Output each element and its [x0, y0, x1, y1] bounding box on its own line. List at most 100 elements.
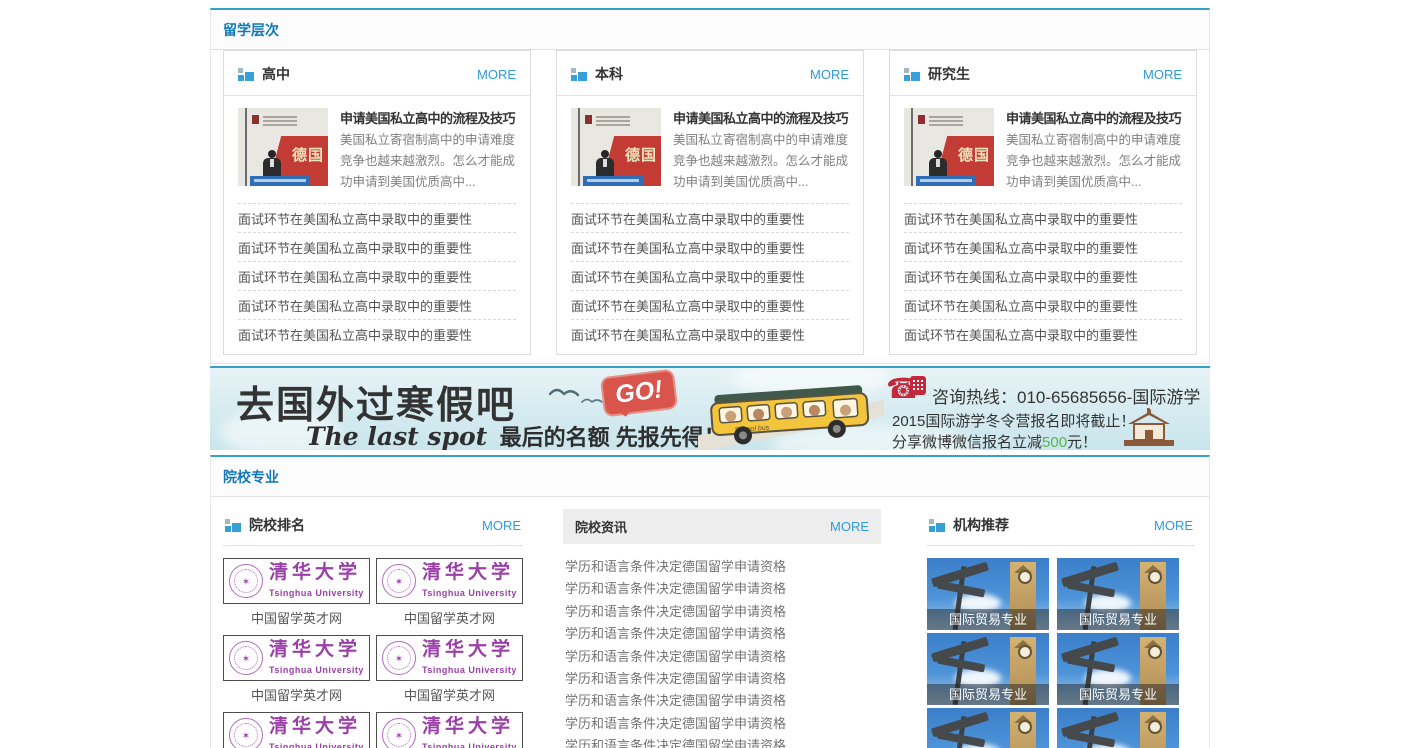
agency-photo-item[interactable]: 国际贸易专业: [1057, 633, 1179, 705]
thumb-banner-text: 德国: [958, 144, 990, 165]
article-link[interactable]: 面试环节在美国私立高中录取中的重要性: [904, 261, 1182, 290]
logo-english-name: Tsinghua University: [422, 588, 517, 598]
university-seal-icon: [229, 718, 263, 748]
article-link[interactable]: 面试环节在美国私立高中录取中的重要性: [904, 232, 1182, 261]
article-link[interactable]: 面试环节在美国私立高中录取中的重要性: [904, 319, 1182, 348]
logo-calligraphy: 清华大学: [422, 562, 514, 583]
featured-description: 美国私立寄宿制高中的申请难度竞争也越来越激烈。怎么才能成功申请到美国优质高中..…: [340, 130, 516, 193]
university-logo-item[interactable]: 清华大学 Tsinghua University 中国留学英才网: [376, 712, 523, 748]
logo-english-name: Tsinghua University: [269, 588, 364, 598]
logo-calligraphy: 清华大学: [422, 716, 514, 737]
featured-thumbnail[interactable]: 德国: [571, 108, 661, 186]
section-title-study-levels: 留学层次: [211, 10, 1209, 50]
tagline-english: The last spot: [306, 422, 487, 450]
university-logo-item[interactable]: 清华大学 Tsinghua University 中国留学英才网: [223, 635, 370, 706]
page: 留学层次 高中 MORE 德国: [0, 0, 1420, 748]
featured-article: 德国 申请美国私立高中的流程及技巧 美国私立寄宿制高中的申请难度竞争也越来越激烈…: [890, 96, 1196, 201]
more-link[interactable]: MORE: [810, 67, 849, 82]
tsinghua-logo: 清华大学 Tsinghua University: [223, 558, 370, 604]
logo-caption: 中国留学英才网: [376, 681, 523, 706]
university-seal-icon: [229, 564, 263, 598]
phone-icon: [886, 376, 930, 406]
blocks-icon: [929, 517, 945, 533]
agency-photo-item[interactable]: 国际贸易专业: [927, 558, 1049, 630]
photo-caption: 国际贸易专业: [1057, 684, 1179, 705]
card-title: 高中: [262, 64, 477, 84]
article-link[interactable]: 面试环节在美国私立高中录取中的重要性: [571, 290, 849, 319]
featured-title[interactable]: 申请美国私立高中的流程及技巧: [1006, 108, 1182, 127]
article-link[interactable]: 面试环节在美国私立高中录取中的重要性: [571, 203, 849, 232]
featured-text: 申请美国私立高中的流程及技巧 美国私立寄宿制高中的申请难度竞争也越来越激烈。怎么…: [1006, 108, 1182, 193]
agencies-header: 机构推荐 MORE: [927, 509, 1195, 546]
photo-caption: 国际贸易专业: [927, 684, 1049, 705]
university-logo-item[interactable]: 清华大学 Tsinghua University 中国留学英才网: [376, 558, 523, 629]
hotline-text: 咨询热线：010-65685656-国际游学: [932, 383, 1200, 408]
university-logo-item[interactable]: 清华大学 Tsinghua University 中国留学英才网: [223, 558, 370, 629]
logo-calligraphy: 清华大学: [269, 639, 361, 660]
logo-english-name: Tsinghua University: [422, 742, 517, 748]
agency-photo-item[interactable]: 国际贸易专业: [927, 708, 1049, 748]
agencies-title: 机构推荐: [953, 515, 1154, 535]
agency-photo-item[interactable]: 国际贸易专业: [1057, 558, 1179, 630]
news-link[interactable]: 学历和语言条件决定德国留学申请资格: [565, 578, 879, 600]
news-link[interactable]: 学历和语言条件决定德国留学申请资格: [565, 646, 879, 668]
logo-english-name: Tsinghua University: [422, 665, 517, 675]
agency-photo-item[interactable]: 国际贸易专业: [1057, 708, 1179, 748]
article-link[interactable]: 面试环节在美国私立高中录取中的重要性: [238, 290, 516, 319]
featured-title[interactable]: 申请美国私立高中的流程及技巧: [340, 108, 516, 127]
more-link[interactable]: MORE: [1154, 518, 1193, 533]
agency-photo-grid: 国际贸易专业 国际贸易专业 国际贸易专业: [927, 558, 1195, 748]
news-link[interactable]: 学历和语言条件决定德国留学申请资格: [565, 601, 879, 623]
tsinghua-logo: 清华大学 Tsinghua University: [223, 635, 370, 681]
go-badge: GO!: [600, 369, 678, 418]
article-link[interactable]: 面试环节在美国私立高中录取中的重要性: [238, 232, 516, 261]
featured-thumbnail[interactable]: 德国: [904, 108, 994, 186]
card-title: 本科: [595, 64, 810, 84]
news-link[interactable]: 学历和语言条件决定德国留学申请资格: [565, 713, 879, 735]
featured-thumbnail[interactable]: 德国: [238, 108, 328, 186]
featured-text: 申请美国私立高中的流程及技巧 美国私立寄宿制高中的申请难度竞争也越来越激烈。怎么…: [340, 108, 516, 193]
university-logo-item[interactable]: 清华大学 Tsinghua University 中国留学英才网: [376, 635, 523, 706]
article-link[interactable]: 面试环节在美国私立高中录取中的重要性: [904, 203, 1182, 232]
section-title-schools-majors: 院校专业: [211, 457, 1209, 497]
discount-text: 分享微博微信报名立减500元！: [892, 431, 1097, 450]
news-header: 院校资讯 MORE: [563, 509, 881, 544]
section-schools-majors: 院校专业 院校排名 MORE 清华大学 Tsinghua University: [210, 455, 1210, 748]
photo-caption: 国际贸易专业: [1057, 609, 1179, 630]
more-link[interactable]: MORE: [830, 519, 869, 534]
discount-value: 500: [1042, 434, 1067, 450]
tsinghua-logo: 清华大学 Tsinghua University: [223, 712, 370, 748]
tsinghua-logo: 清华大学 Tsinghua University: [376, 712, 523, 748]
news-link[interactable]: 学历和语言条件决定德国留学申请资格: [565, 668, 879, 690]
article-link[interactable]: 面试环节在美国私立高中录取中的重要性: [571, 319, 849, 348]
school-bus-illustration: School bus: [698, 374, 884, 450]
more-link[interactable]: MORE: [482, 518, 521, 533]
university-logo-item[interactable]: 清华大学 Tsinghua University 中国留学英才网: [223, 712, 370, 748]
article-link[interactable]: 面试环节在美国私立高中录取中的重要性: [571, 261, 849, 290]
section-study-levels: 留学层次 高中 MORE 德国: [210, 8, 1210, 364]
agency-photo-item[interactable]: 国际贸易专业: [927, 633, 1049, 705]
logo-caption: 中国留学英才网: [376, 604, 523, 629]
news-link[interactable]: 学历和语言条件决定德国留学申请资格: [565, 623, 879, 645]
more-link[interactable]: MORE: [1143, 67, 1182, 82]
featured-title[interactable]: 申请美国私立高中的流程及技巧: [673, 108, 849, 127]
building-icon: [1120, 408, 1178, 448]
news-link[interactable]: 学历和语言条件决定德国留学申请资格: [565, 735, 879, 748]
article-link[interactable]: 面试环节在美国私立高中录取中的重要性: [904, 290, 1182, 319]
winter-camp-banner[interactable]: 去国外过寒假吧 GO! The last spot 最后的名额 先报先得！: [210, 366, 1210, 450]
article-link[interactable]: 面试环节在美国私立高中录取中的重要性: [238, 261, 516, 290]
university-logo-grid: 清华大学 Tsinghua University 中国留学英才网 清华大学 Ts…: [223, 558, 523, 748]
article-link[interactable]: 面试环节在美国私立高中录取中的重要性: [238, 319, 516, 348]
article-link[interactable]: 面试环节在美国私立高中录取中的重要性: [238, 203, 516, 232]
news-link[interactable]: 学历和语言条件决定德国留学申请资格: [565, 556, 879, 578]
article-link[interactable]: 面试环节在美国私立高中录取中的重要性: [571, 232, 849, 261]
deadline-text: 2015国际游学冬令营报名即将截止！: [892, 410, 1135, 431]
news-link[interactable]: 学历和语言条件决定德国留学申请资格: [565, 690, 879, 712]
featured-text: 申请美国私立高中的流程及技巧 美国私立寄宿制高中的申请难度竞争也越来越激烈。怎么…: [673, 108, 849, 193]
more-link[interactable]: MORE: [477, 67, 516, 82]
card-undergraduate: 本科 MORE 德国 申请美国私立高中的流程及技巧 美国私立寄宿制高中的申请: [556, 50, 864, 355]
card-highschool-header: 高中 MORE: [224, 51, 530, 96]
discount-suffix: 元！: [1067, 434, 1097, 450]
thumb-banner-text: 德国: [625, 144, 657, 165]
blocks-icon: [571, 66, 587, 82]
